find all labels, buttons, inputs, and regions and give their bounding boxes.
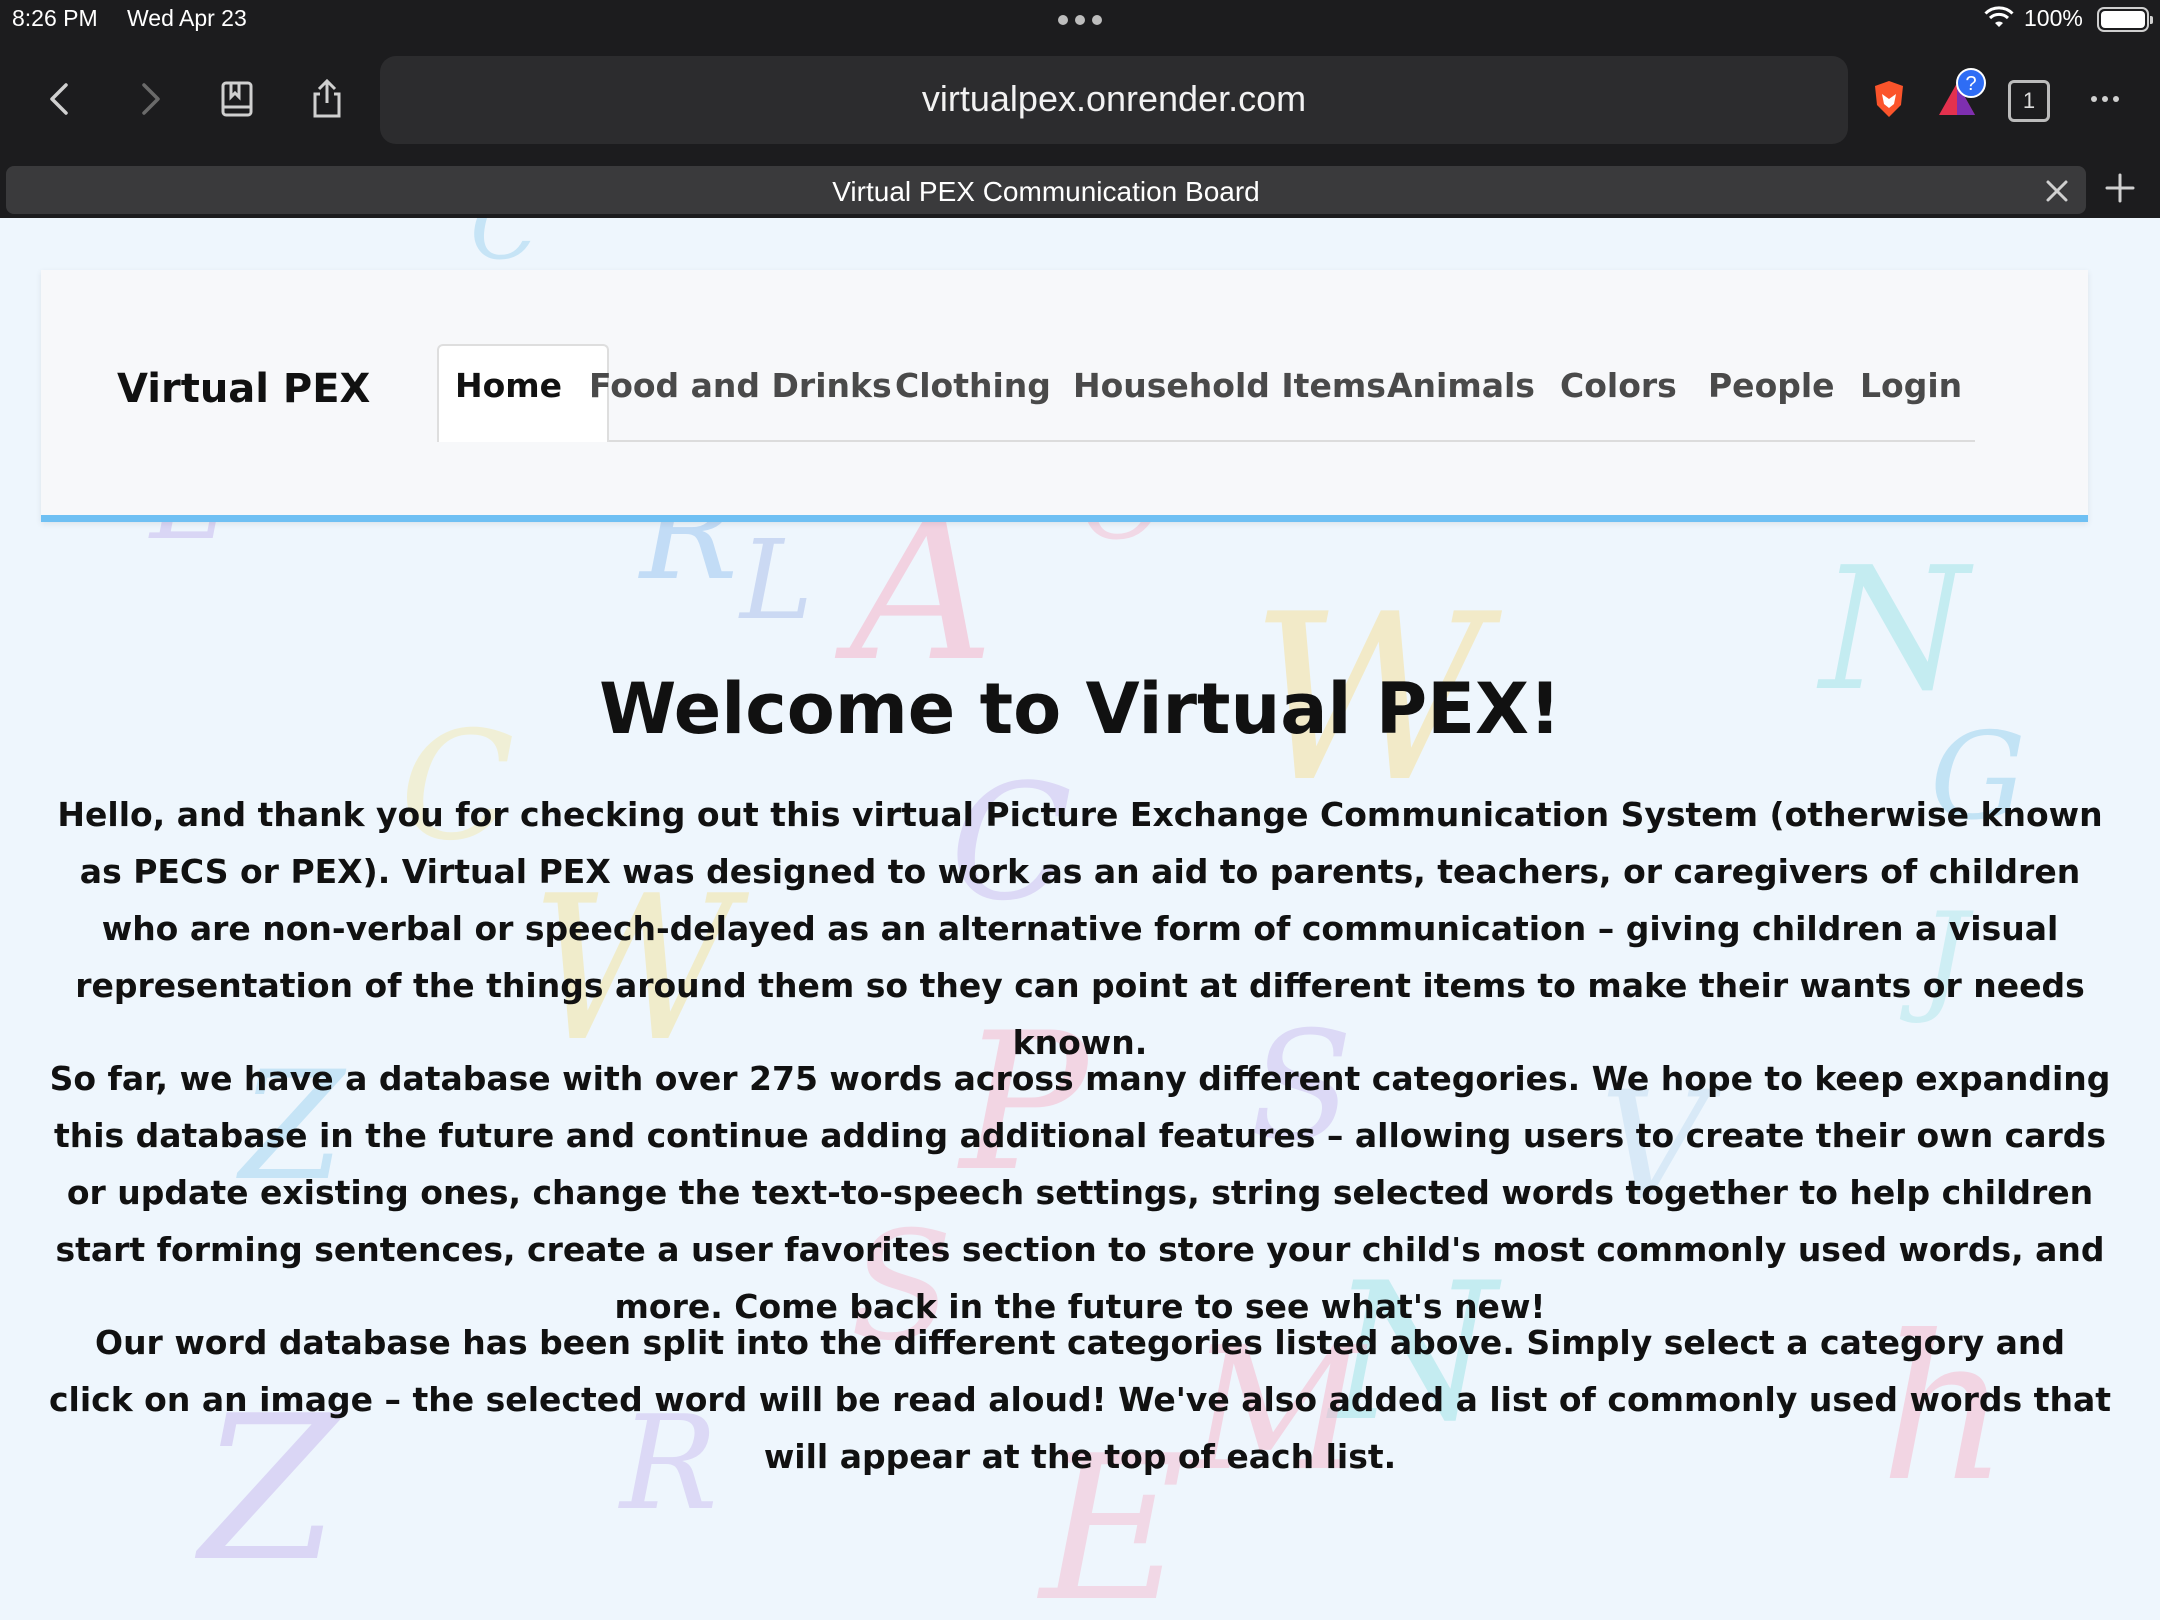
tab-colors[interactable]: Colors	[1560, 366, 1677, 405]
tab-household-items[interactable]: Household Items	[1073, 366, 1386, 405]
battery-icon	[2097, 7, 2153, 32]
new-tab-icon[interactable]	[2104, 172, 2136, 204]
tab-clothing[interactable]: Clothing	[895, 366, 1051, 405]
tab-animals[interactable]: Animals	[1387, 366, 1535, 405]
tab-title: Virtual PEX Communication Board	[832, 176, 1260, 207]
back-icon[interactable]	[34, 72, 88, 126]
tab-people[interactable]: People	[1708, 366, 1835, 405]
nav-tabs-divider	[438, 440, 1975, 442]
tab-food-and-drinks[interactable]: Food and Drinks	[589, 366, 892, 405]
intro-paragraph: Hello, and thank you for checking out th…	[57, 795, 2103, 1062]
browser-toolbar: virtualpex.onrender.com ? 1	[0, 38, 2160, 162]
web-page: C L R L A C W N C C G J W P S Z V S h N …	[0, 218, 2160, 1620]
categories-paragraph: Our word database has been split into th…	[49, 1323, 2111, 1476]
status-time: 8:26 PM	[12, 5, 98, 31]
site-navbar: Virtual PEX Home Food and Drinks Clothin…	[41, 270, 2088, 522]
tab-count-button[interactable]: 1	[2008, 80, 2050, 122]
reload-icon[interactable]	[2152, 76, 2160, 124]
notification-badge: ?	[1956, 68, 1986, 98]
svg-text:L: L	[738, 516, 813, 644]
battery-percent: 100%	[2024, 5, 2083, 31]
tab-home[interactable]: Home	[455, 366, 562, 405]
multitasking-dots-icon[interactable]	[1056, 8, 1104, 30]
forward-icon[interactable]	[122, 72, 176, 126]
browser-tab[interactable]: Virtual PEX Communication Board	[6, 166, 2086, 214]
more-menu-icon[interactable]	[2078, 72, 2132, 126]
page-title: Welcome to Virtual PEX!	[599, 668, 1561, 750]
status-bar: 8:26 PM Wed Apr 23 100%	[0, 0, 2160, 38]
close-tab-icon[interactable]	[2042, 176, 2072, 206]
database-paragraph: So far, we have a database with over 275…	[49, 1059, 2111, 1326]
url-text: virtualpex.onrender.com	[921, 78, 1307, 119]
share-icon[interactable]	[300, 72, 354, 126]
tab-login[interactable]: Login	[1860, 366, 1962, 405]
bookmarks-icon[interactable]	[210, 72, 264, 126]
wifi-icon	[1984, 6, 2014, 27]
status-date: Wed Apr 23	[127, 5, 247, 31]
tab-strip: Virtual PEX Communication Board	[0, 162, 2160, 218]
site-brand[interactable]: Virtual PEX	[117, 366, 370, 412]
brave-shields-icon[interactable]	[1862, 72, 1916, 126]
address-bar[interactable]: virtualpex.onrender.com	[380, 56, 1848, 144]
